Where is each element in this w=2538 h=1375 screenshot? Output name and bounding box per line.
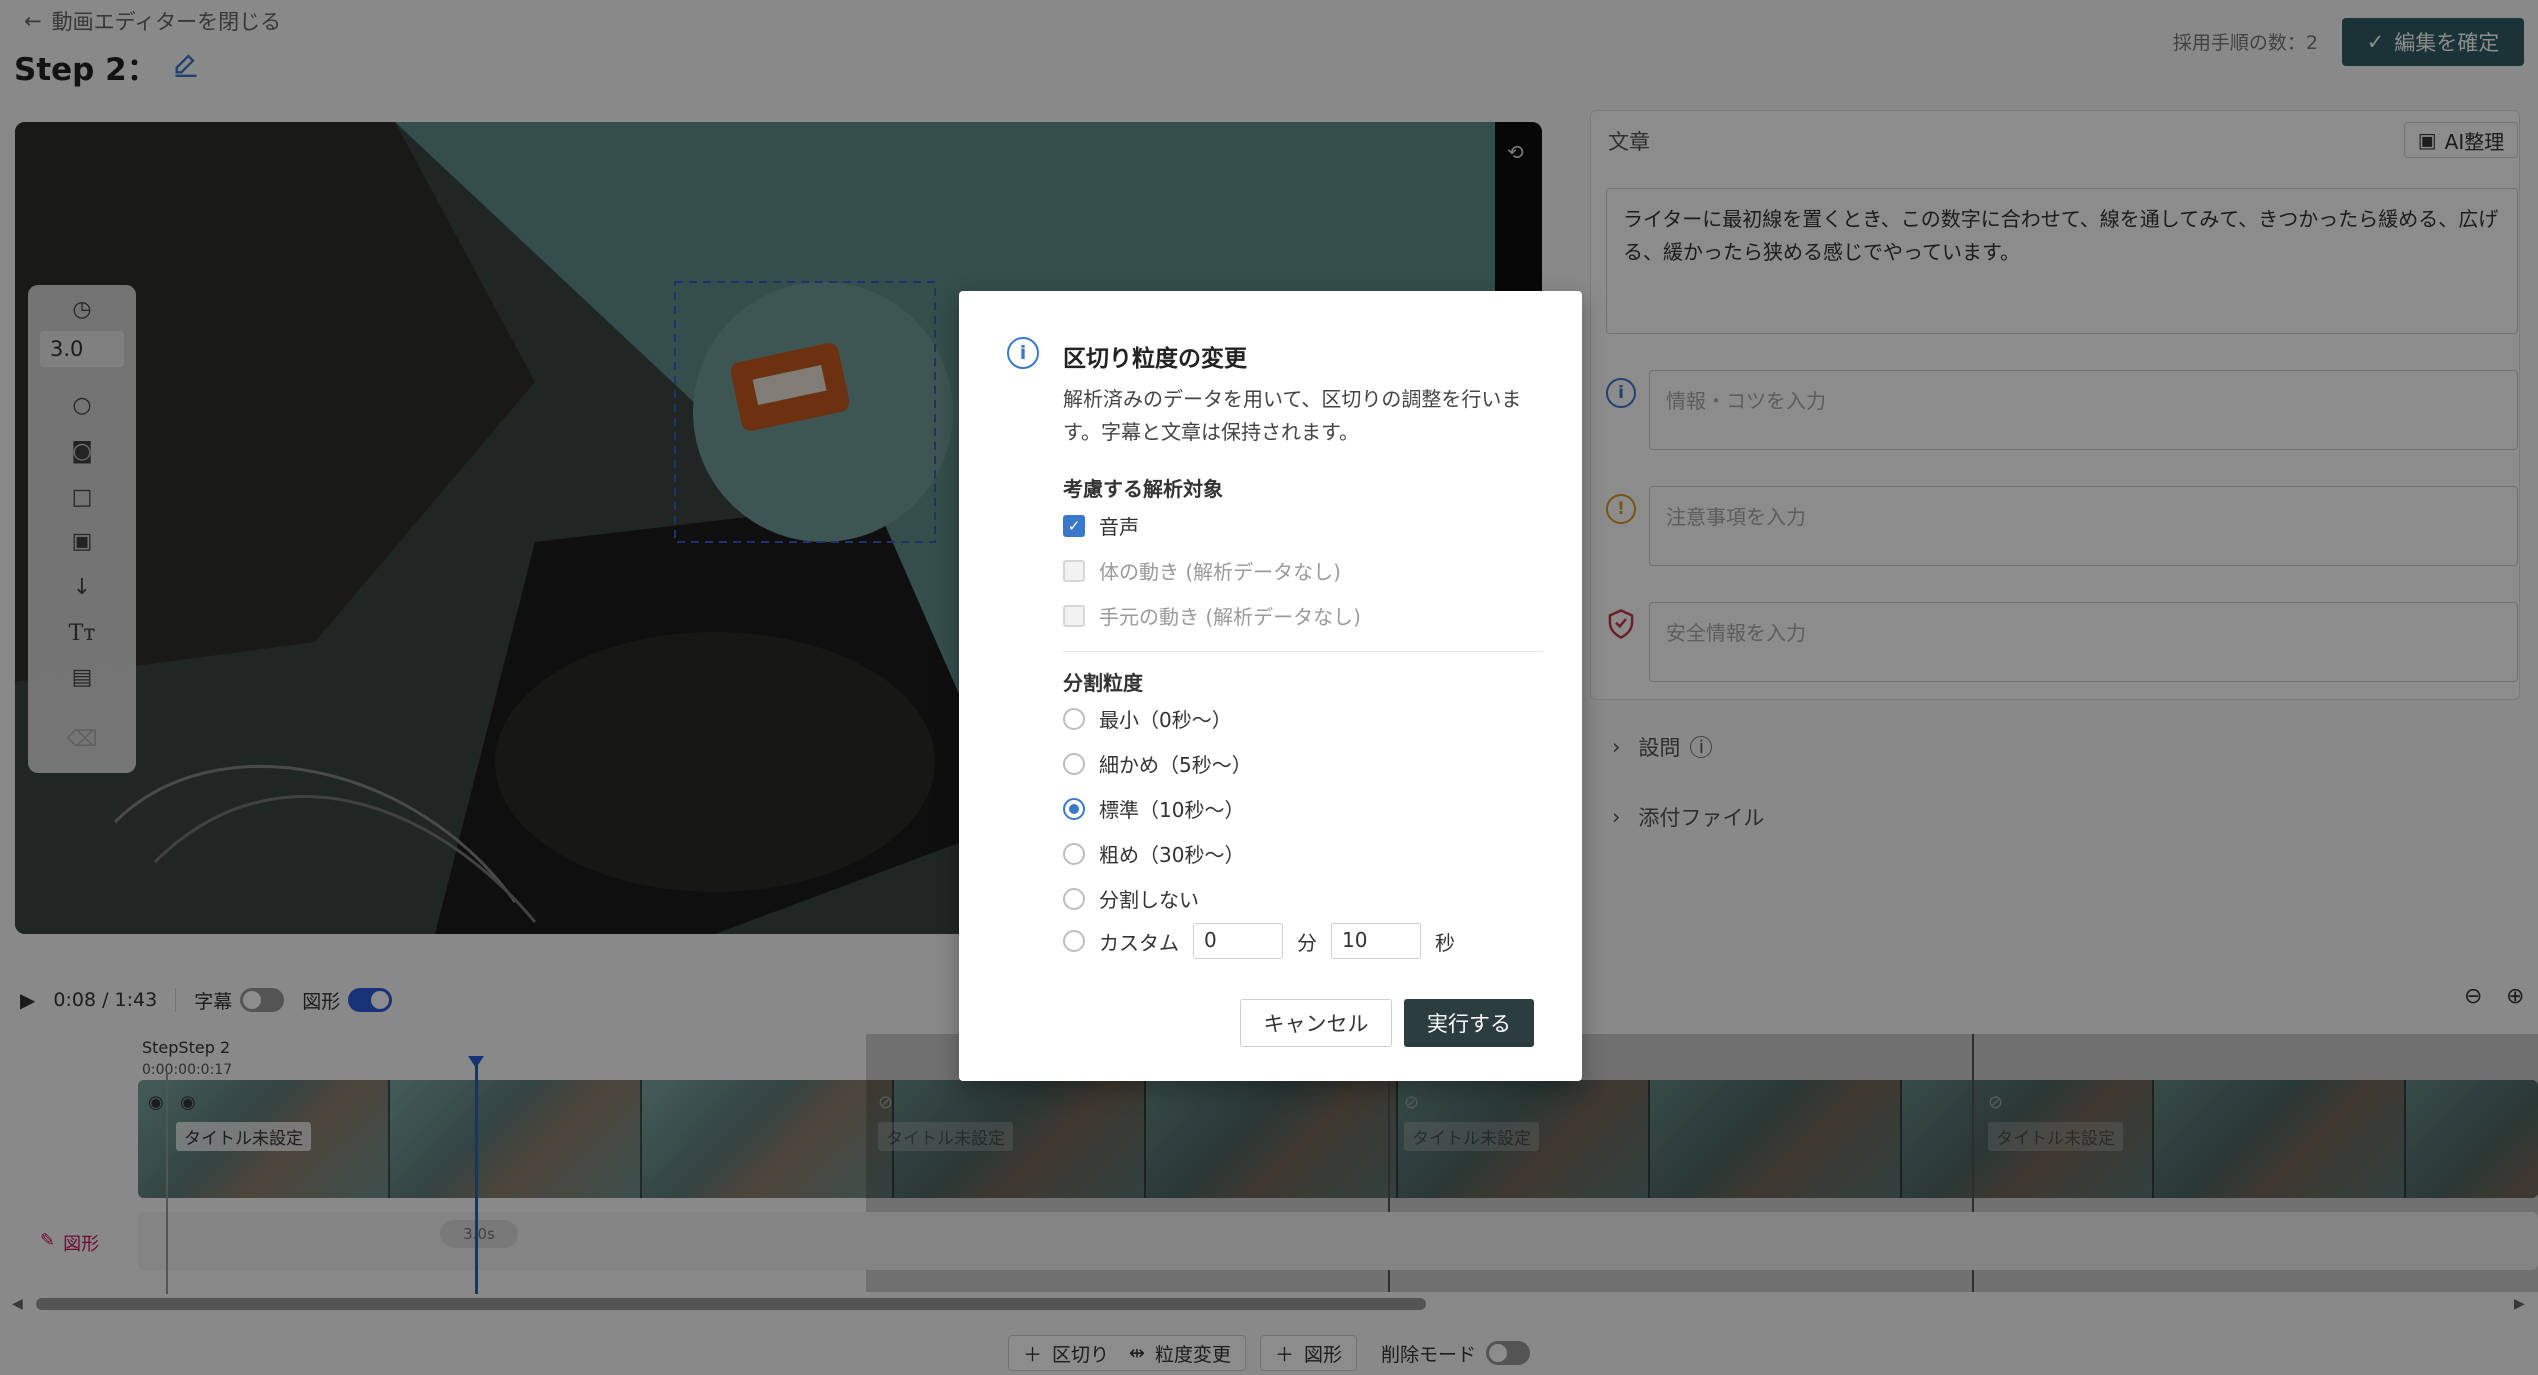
targets-title: 考慮する解析対象 (1063, 477, 1223, 501)
dialog-description: 解析済みのデータを用いて、区切りの調整を行います。字幕と文章は保持されます。 (1063, 387, 1522, 444)
minutes-unit: 分 (1297, 930, 1317, 955)
section-divider (1063, 651, 1543, 652)
option-label: 粗め（30秒〜） (1099, 843, 1245, 867)
target-label: 手元の動き (解析データなし) (1099, 605, 1361, 629)
info-icon: i (1007, 337, 1039, 369)
target-hand-option: 手元の動き (解析データなし) (1063, 601, 1361, 630)
target-label: 体の動き (解析データなし) (1099, 560, 1341, 584)
target-label: 音声 (1099, 515, 1139, 539)
run-button[interactable]: 実行する (1404, 999, 1534, 1047)
custom-seconds-input[interactable]: 10 (1331, 923, 1421, 959)
granularity-option-standard[interactable]: 標準（10秒〜） (1063, 794, 1244, 823)
seconds-unit: 秒 (1435, 930, 1455, 955)
checkbox-disabled-icon (1063, 604, 1085, 627)
option-label: 標準（10秒〜） (1099, 798, 1245, 822)
cancel-button[interactable]: キャンセル (1240, 999, 1392, 1047)
granularity-option-fine[interactable]: 細かめ（5秒〜） (1063, 749, 1252, 778)
radio-icon[interactable] (1063, 887, 1085, 910)
checkbox-disabled-icon (1063, 559, 1085, 582)
option-label: 細かめ（5秒〜） (1099, 753, 1252, 777)
target-audio-option[interactable]: ✓ 音声 (1063, 511, 1139, 540)
custom-minutes-input[interactable]: 0 (1193, 923, 1283, 959)
granularity-dialog: i 区切り粒度の変更 解析済みのデータを用いて、区切りの調整を行います。字幕と文… (959, 291, 1582, 1081)
radio-icon[interactable] (1063, 842, 1085, 865)
custom-label: カスタム (1099, 930, 1179, 955)
option-label: 最小（0秒〜） (1099, 708, 1232, 732)
option-label: 分割しない (1099, 888, 1199, 912)
granularity-option-coarse[interactable]: 粗め（30秒〜） (1063, 839, 1244, 868)
radio-icon[interactable] (1063, 930, 1085, 952)
granularity-option-custom[interactable]: カスタム 0 分 10 秒 (1063, 923, 1455, 959)
checkbox-checked-icon[interactable]: ✓ (1063, 514, 1085, 537)
dialog-title: 区切り粒度の変更 (1063, 346, 1247, 372)
granularity-option-min[interactable]: 最小（0秒〜） (1063, 704, 1232, 733)
radio-icon[interactable] (1063, 707, 1085, 730)
target-body-option: 体の動き (解析データなし) (1063, 556, 1341, 585)
radio-icon[interactable] (1063, 752, 1085, 775)
radio-selected-icon[interactable] (1063, 797, 1085, 820)
granularity-option-none[interactable]: 分割しない (1063, 884, 1199, 913)
granularity-title: 分割粒度 (1063, 671, 1143, 695)
